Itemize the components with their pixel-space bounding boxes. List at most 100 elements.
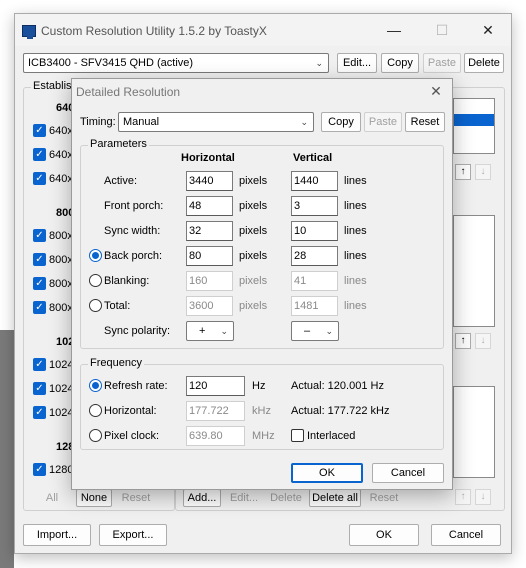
h-back-porch-input[interactable]: 80 xyxy=(186,246,233,266)
monitor-select[interactable]: ICB3400 - SFV3415 QHD (active) ⌄ xyxy=(23,53,329,73)
timing-select[interactable]: Manual ⌄ xyxy=(118,112,314,132)
select-none-button[interactable]: None xyxy=(76,489,112,507)
dialog-title: Detailed Resolution xyxy=(76,85,181,99)
v-back-porch-input[interactable]: 28 xyxy=(291,246,338,266)
selected-resolution-row[interactable] xyxy=(454,114,494,126)
resolution-list-top[interactable] xyxy=(453,98,495,154)
delete-monitor-button[interactable]: Delete xyxy=(464,53,504,73)
checkbox-1024-3[interactable]: ✓ xyxy=(33,406,46,419)
h-total-unit: pixels xyxy=(239,300,268,312)
back-porch-radio[interactable] xyxy=(89,249,102,262)
right-reset-button[interactable]: Reset xyxy=(365,489,403,507)
checkbox-640-3[interactable]: ✓ xyxy=(33,172,46,185)
refresh-rate-input[interactable]: 120 xyxy=(186,376,245,396)
chevron-down-icon: ⌄ xyxy=(325,326,333,336)
dialog-paste-button[interactable]: Paste xyxy=(364,112,402,132)
add-resolution-button[interactable]: Add... xyxy=(183,489,221,507)
checkbox-1024-2[interactable]: ✓ xyxy=(33,382,46,395)
v-sync-polarity-select[interactable]: – ⌄ xyxy=(291,321,339,341)
horizontal-freq-actual: Actual: 177.722 kHz xyxy=(291,405,390,417)
v-front-porch-input[interactable]: 3 xyxy=(291,196,338,216)
main-cancel-button[interactable]: Cancel xyxy=(431,524,501,546)
h-sync-polarity-select[interactable]: + ⌄ xyxy=(186,321,234,341)
extension-block-list[interactable] xyxy=(453,386,495,478)
pixel-clock-radio[interactable] xyxy=(89,429,102,442)
timing-label: Timing: xyxy=(80,116,116,128)
ext-move-down-button[interactable]: ↓ xyxy=(475,333,491,349)
delete-all-button[interactable]: Delete all xyxy=(309,489,361,507)
horizontal-freq-label: Horizontal: xyxy=(104,405,157,417)
chevron-down-icon: ⌄ xyxy=(315,58,323,68)
checkbox-800-4[interactable]: ✓ xyxy=(33,301,46,314)
h-total-input[interactable]: 3600 xyxy=(186,296,233,316)
h-sync-width-unit: pixels xyxy=(239,225,268,237)
minimize-button[interactable]: — xyxy=(371,14,417,46)
sync-width-label: Sync width: xyxy=(104,225,161,237)
v-front-porch-unit: lines xyxy=(344,200,367,212)
paste-monitor-button[interactable]: Paste xyxy=(423,53,461,73)
dialog-close-icon[interactable]: ✕ xyxy=(426,81,446,101)
block-move-up-button[interactable]: ↑ xyxy=(455,489,471,505)
res-800-4: 800x xyxy=(49,302,73,314)
h-back-porch-unit: pixels xyxy=(239,250,268,262)
pixel-clock-input[interactable]: 639.80 xyxy=(186,426,245,446)
v-total-unit: lines xyxy=(344,300,367,312)
checkbox-1024-1[interactable]: ✓ xyxy=(33,358,46,371)
import-button[interactable]: Import... xyxy=(23,524,91,546)
front-porch-label: Front porch: xyxy=(104,200,164,212)
v-sync-polarity-value: – xyxy=(304,325,311,337)
refresh-rate-radio[interactable] xyxy=(89,379,102,392)
export-button[interactable]: Export... xyxy=(99,524,167,546)
checkbox-800-2[interactable]: ✓ xyxy=(33,253,46,266)
extension-list[interactable] xyxy=(453,215,495,327)
h-front-porch-unit: pixels xyxy=(239,200,268,212)
active-label: Active: xyxy=(104,175,138,187)
dialog-reset-button[interactable]: Reset xyxy=(405,112,445,132)
block-move-down-button[interactable]: ↓ xyxy=(475,489,491,505)
h-sync-width-input[interactable]: 32 xyxy=(186,221,233,241)
main-ok-button[interactable]: OK xyxy=(349,524,419,546)
horizontal-freq-radio[interactable] xyxy=(89,404,102,417)
total-radio[interactable] xyxy=(89,299,102,312)
select-all-button[interactable]: All xyxy=(33,489,71,507)
ext-move-up-button[interactable]: ↑ xyxy=(455,333,471,349)
res-800-3: 800x xyxy=(49,278,73,290)
close-button[interactable]: ✕ xyxy=(465,14,511,46)
dialog-cancel-button[interactable]: Cancel xyxy=(372,463,444,483)
dialog-ok-button[interactable]: OK xyxy=(291,463,363,483)
monitor-icon xyxy=(22,25,36,39)
interlaced-label: Interlaced xyxy=(307,430,356,442)
refresh-rate-label: Refresh rate: xyxy=(104,380,168,392)
delete-resolution-button[interactable]: Delete xyxy=(266,489,306,507)
move-up-button[interactable]: ↑ xyxy=(455,164,471,180)
edit-monitor-button[interactable]: Edit... xyxy=(337,53,377,73)
maximize-button[interactable]: ☐ xyxy=(419,14,465,46)
chevron-down-icon: ⌄ xyxy=(300,117,308,127)
checkbox-800-3[interactable]: ✓ xyxy=(33,277,46,290)
checkbox-640-2[interactable]: ✓ xyxy=(33,148,46,161)
checkbox-800-1[interactable]: ✓ xyxy=(33,229,46,242)
h-active-input[interactable]: 3440 xyxy=(186,171,233,191)
v-total-input[interactable]: 1481 xyxy=(291,296,338,316)
pixel-clock-unit: MHz xyxy=(252,430,275,442)
refresh-rate-unit: Hz xyxy=(252,380,266,392)
checkbox-640-1[interactable]: ✓ xyxy=(33,124,46,137)
res-640-3: 640x xyxy=(49,173,73,185)
title-bar: Custom Resolution Utility 1.5.2 by Toast… xyxy=(15,14,511,46)
checkbox-1280-1[interactable]: ✓ xyxy=(33,463,46,476)
move-down-button[interactable]: ↓ xyxy=(475,164,491,180)
v-sync-width-input[interactable]: 10 xyxy=(291,221,338,241)
blanking-radio[interactable] xyxy=(89,274,102,287)
established-reset-button[interactable]: Reset xyxy=(115,489,157,507)
frequency-title: Frequency xyxy=(88,357,144,369)
h-blanking-input[interactable]: 160 xyxy=(186,271,233,291)
copy-monitor-button[interactable]: Copy xyxy=(381,53,419,73)
h-front-porch-input[interactable]: 48 xyxy=(186,196,233,216)
interlaced-checkbox[interactable] xyxy=(291,429,304,442)
v-active-input[interactable]: 1440 xyxy=(291,171,338,191)
dialog-copy-button[interactable]: Copy xyxy=(321,112,361,132)
h-blanking-unit: pixels xyxy=(239,275,268,287)
horizontal-freq-input[interactable]: 177.722 xyxy=(186,401,245,421)
v-blanking-input[interactable]: 41 xyxy=(291,271,338,291)
edit-resolution-button[interactable]: Edit... xyxy=(225,489,263,507)
